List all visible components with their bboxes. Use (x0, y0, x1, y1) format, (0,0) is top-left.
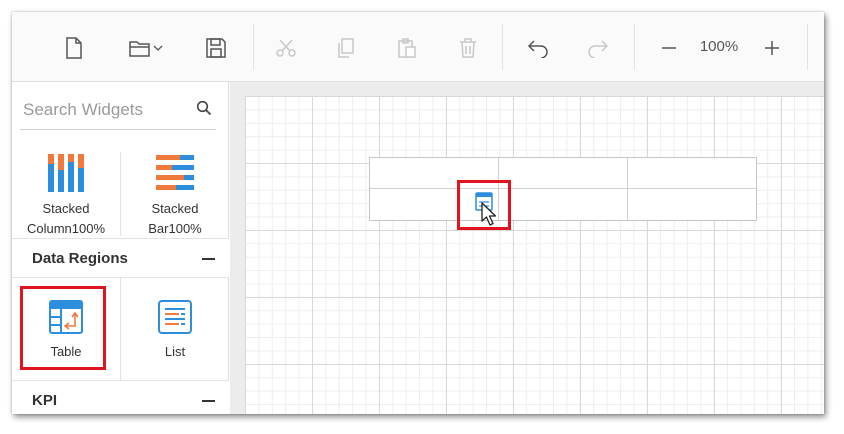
highlight-box (20, 286, 106, 370)
chart-widget-row: Stacked Column100% Stacked Bar100% (12, 146, 229, 236)
report-designer-window: 100% Search Widgets Stacked Column100% S… (12, 12, 824, 414)
undo-icon[interactable] (524, 34, 552, 62)
toolbar-separator (502, 24, 503, 70)
chevron-down-icon (153, 45, 163, 51)
search-box (20, 90, 216, 130)
collapse-icon[interactable] (202, 400, 215, 402)
table-cell[interactable] (499, 189, 628, 220)
collapse-icon[interactable] (202, 258, 215, 260)
report-design-surface[interactable] (245, 96, 824, 414)
open-folder-button[interactable] (124, 34, 168, 62)
widget-stacked-bar-100[interactable]: Stacked Bar100% (121, 146, 229, 236)
search-icon[interactable] (196, 100, 212, 116)
toolbar-separator (634, 24, 635, 70)
section-title: KPI (32, 392, 58, 409)
widget-stacked-column-100[interactable]: Stacked Column100% (12, 146, 120, 236)
section-header-kpi[interactable]: KPI (12, 380, 229, 414)
widget-panel: Stacked Column100% Stacked Bar100% (12, 82, 229, 414)
search-input[interactable] (23, 98, 183, 122)
table-cell[interactable] (628, 189, 756, 220)
zoom-in-icon[interactable] (758, 34, 786, 62)
save-icon[interactable] (202, 34, 230, 62)
widget-label: Stacked Column100% (26, 201, 106, 236)
report-table[interactable] (369, 157, 757, 221)
mouse-pointer-icon (481, 202, 497, 226)
zoom-out-icon[interactable] (655, 34, 683, 62)
redo-icon[interactable] (584, 34, 612, 62)
open-folder-icon (129, 41, 150, 57)
delete-icon[interactable] (454, 34, 482, 62)
paste-icon[interactable] (393, 34, 421, 62)
data-regions-row: Table List (12, 278, 229, 380)
list-icon (158, 300, 192, 334)
section-header-data-regions[interactable]: Data Regions (12, 238, 229, 278)
toolbar: 100% (12, 12, 824, 82)
design-canvas[interactable] (230, 82, 824, 414)
section-title: Data Regions (32, 250, 128, 267)
widget-label: List (164, 344, 186, 359)
table-cell[interactable] (499, 158, 628, 189)
stacked-column-100-icon (48, 154, 84, 192)
stacked-bar-100-icon (156, 155, 194, 190)
new-file-icon[interactable] (60, 34, 88, 62)
toolbar-separator (253, 24, 254, 70)
widget-list[interactable]: List (121, 278, 229, 380)
toolbar-separator (807, 24, 808, 70)
copy-icon[interactable] (332, 34, 360, 62)
table-cell[interactable] (628, 158, 756, 189)
zoom-level[interactable]: 100% (694, 38, 744, 55)
cut-icon[interactable] (272, 34, 300, 62)
widget-label: Stacked Bar100% (148, 201, 202, 236)
